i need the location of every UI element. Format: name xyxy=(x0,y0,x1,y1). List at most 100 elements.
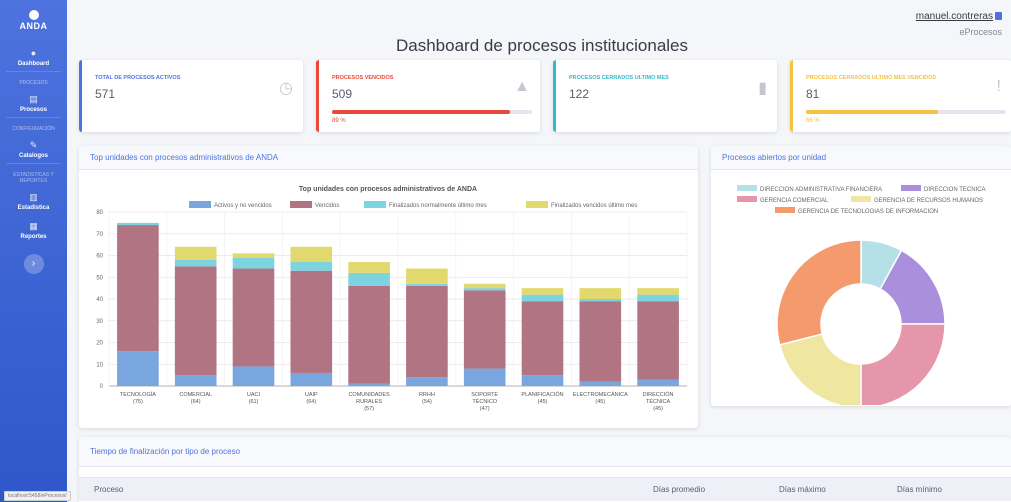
y-tick-label: 70 xyxy=(96,232,103,238)
stat-label: PROCESOS CERRADOS ULTIMO MES xyxy=(569,75,669,81)
bar-segment xyxy=(521,375,564,386)
stat-card-closed: PROCESOS CERRADOS ULTIMO MES 122 ▮ xyxy=(553,60,777,132)
panel-title: Procesos abiertos por unidad xyxy=(711,146,1011,170)
sidebar-item-dashboard[interactable]: ● Dashboard xyxy=(0,42,67,71)
username-link[interactable]: manuel.contreras xyxy=(916,11,993,22)
bar-segment xyxy=(521,288,564,295)
bar-segment xyxy=(174,266,217,376)
sidebar-heading-estadisticas: ESTADISTICAS Y REPORTES xyxy=(6,163,61,186)
y-tick-label: 20 xyxy=(96,341,103,347)
bar-segment xyxy=(406,285,448,378)
legend-label: DIRECCION ADMINISTRATIVA FINANCIERA xyxy=(760,187,882,193)
bar-segment xyxy=(463,288,506,291)
bar-segment xyxy=(579,299,622,302)
y-tick-label: 30 xyxy=(96,319,103,325)
chart-title: Top unidades con procesos administrativo… xyxy=(299,186,477,193)
bar-segment xyxy=(579,288,622,299)
progress-bar xyxy=(332,110,532,114)
anda-logo[interactable]: ANDA xyxy=(0,0,67,42)
bar-segment xyxy=(579,381,622,386)
column-header-dias-minimo[interactable]: Días mínimo xyxy=(897,485,942,494)
bar-segment xyxy=(406,377,448,386)
x-tick-label: (45) xyxy=(538,399,548,405)
legend-label: GERENCIA DE RECURSOS HUMANOS xyxy=(874,198,983,204)
table-header: Proceso Días promedio Días máximo Días m… xyxy=(79,477,1011,501)
bar-segment xyxy=(348,262,390,273)
clipboard-icon: ▮ xyxy=(758,80,767,97)
legend-label: Vencidos xyxy=(315,203,339,209)
table-panel: Tiempo de finalización por tipo de proce… xyxy=(79,437,1011,502)
sidebar-item-procesos[interactable]: ▤ Procesos xyxy=(0,88,67,117)
pie-chart-panel: Procesos abiertos por unidad DIRECCION A… xyxy=(711,146,1011,406)
stat-value: 122 xyxy=(569,87,590,101)
bar-segment xyxy=(290,270,333,373)
legend-swatch xyxy=(737,185,757,191)
donut-slice xyxy=(778,333,862,405)
y-tick-label: 40 xyxy=(96,297,103,303)
x-tick-label: TECNOLOGÍA xyxy=(120,391,156,398)
x-tick-label: (75) xyxy=(133,399,143,405)
x-tick-label: (45) xyxy=(653,406,663,412)
sidebar-heading-procesos: PROCESOS xyxy=(6,71,61,88)
donut-slice xyxy=(860,323,946,405)
x-tick-label: ELECTROMECÁNICA xyxy=(573,391,628,398)
legend-label: DIRECCION TECNICA xyxy=(924,187,986,193)
bar-segment xyxy=(463,368,506,386)
bar-segment xyxy=(521,294,564,302)
y-tick-label: 0 xyxy=(100,384,104,390)
bar-segment xyxy=(348,285,390,384)
stat-card-active: TOTAL DE PROCESOS ACTIVOS 571 ◷ xyxy=(79,60,303,132)
panel-title: Tiempo de finalización por tipo de proce… xyxy=(79,437,1011,467)
bar-segment xyxy=(290,262,333,271)
y-tick-label: 60 xyxy=(96,254,103,260)
bar-segment xyxy=(290,372,333,386)
stat-label: PROCESOS VENCIDOS xyxy=(332,75,394,81)
clock-icon: ◷ xyxy=(279,80,293,97)
x-tick-label: TÉCNICA xyxy=(646,398,670,405)
x-tick-label: (64) xyxy=(191,399,201,405)
dashboard-icon: ● xyxy=(30,48,37,58)
column-header-dias-promedio[interactable]: Días promedio xyxy=(653,485,705,494)
bar-segment xyxy=(406,268,448,284)
progress-percent: 66 % xyxy=(806,118,820,124)
x-tick-label: UACI xyxy=(247,392,261,398)
user-menu[interactable]: manuel.contreras eProcesos xyxy=(916,6,1002,37)
chevron-right-icon: › xyxy=(31,258,36,269)
bar-segment xyxy=(117,222,159,226)
stat-value: 81 xyxy=(806,87,820,101)
bar-segment xyxy=(406,283,448,286)
stat-label: TOTAL DE PROCESOS ACTIVOS xyxy=(95,75,181,81)
sidebar-item-estadistica[interactable]: ▥ Estadistica xyxy=(0,186,67,215)
bar-segment xyxy=(637,301,679,380)
column-header-dias-maximo[interactable]: Días máximo xyxy=(779,485,826,494)
x-tick-label: (47) xyxy=(480,406,490,412)
bar-segment xyxy=(637,294,679,302)
legend-label: Activos y no vencidos xyxy=(214,203,272,209)
sidebar-toggle-button[interactable]: › xyxy=(23,254,44,274)
sidebar-item-catalogos[interactable]: ✎ Catalogos xyxy=(0,134,67,163)
bar-segment xyxy=(290,246,333,263)
column-header-proceso[interactable]: Proceso xyxy=(94,485,123,494)
legend-swatch xyxy=(526,201,548,208)
bar-segment xyxy=(117,351,159,386)
report-icon: ▦ xyxy=(29,221,38,231)
bar-segment xyxy=(637,288,679,295)
bar-segment xyxy=(174,259,217,267)
bar-segment xyxy=(463,283,506,289)
lock-icon xyxy=(995,12,1002,20)
sidebar: ANDA ● Dashboard PROCESOS ▤ Procesos CON… xyxy=(0,0,67,502)
bar-segment xyxy=(232,366,275,386)
app-name: eProcesos xyxy=(959,27,1002,37)
x-tick-label: COMUNIDADES xyxy=(348,392,390,398)
x-tick-label: (45) xyxy=(595,399,605,405)
donut-chart: DIRECCION ADMINISTRATIVA FINANCIERA DIREC… xyxy=(737,185,986,405)
legend-swatch xyxy=(737,196,757,202)
bar-segment xyxy=(348,272,390,286)
legend-swatch xyxy=(290,201,312,208)
warning-icon: ▲ xyxy=(514,78,530,95)
legend-swatch xyxy=(189,201,211,208)
sidebar-item-reportes[interactable]: ▦ Reportes xyxy=(0,215,67,244)
x-tick-label: PLANIFICACIÓN xyxy=(521,391,563,398)
bar-segment xyxy=(463,290,506,369)
legend-label: Finalizados vencidos último mes xyxy=(551,203,637,209)
